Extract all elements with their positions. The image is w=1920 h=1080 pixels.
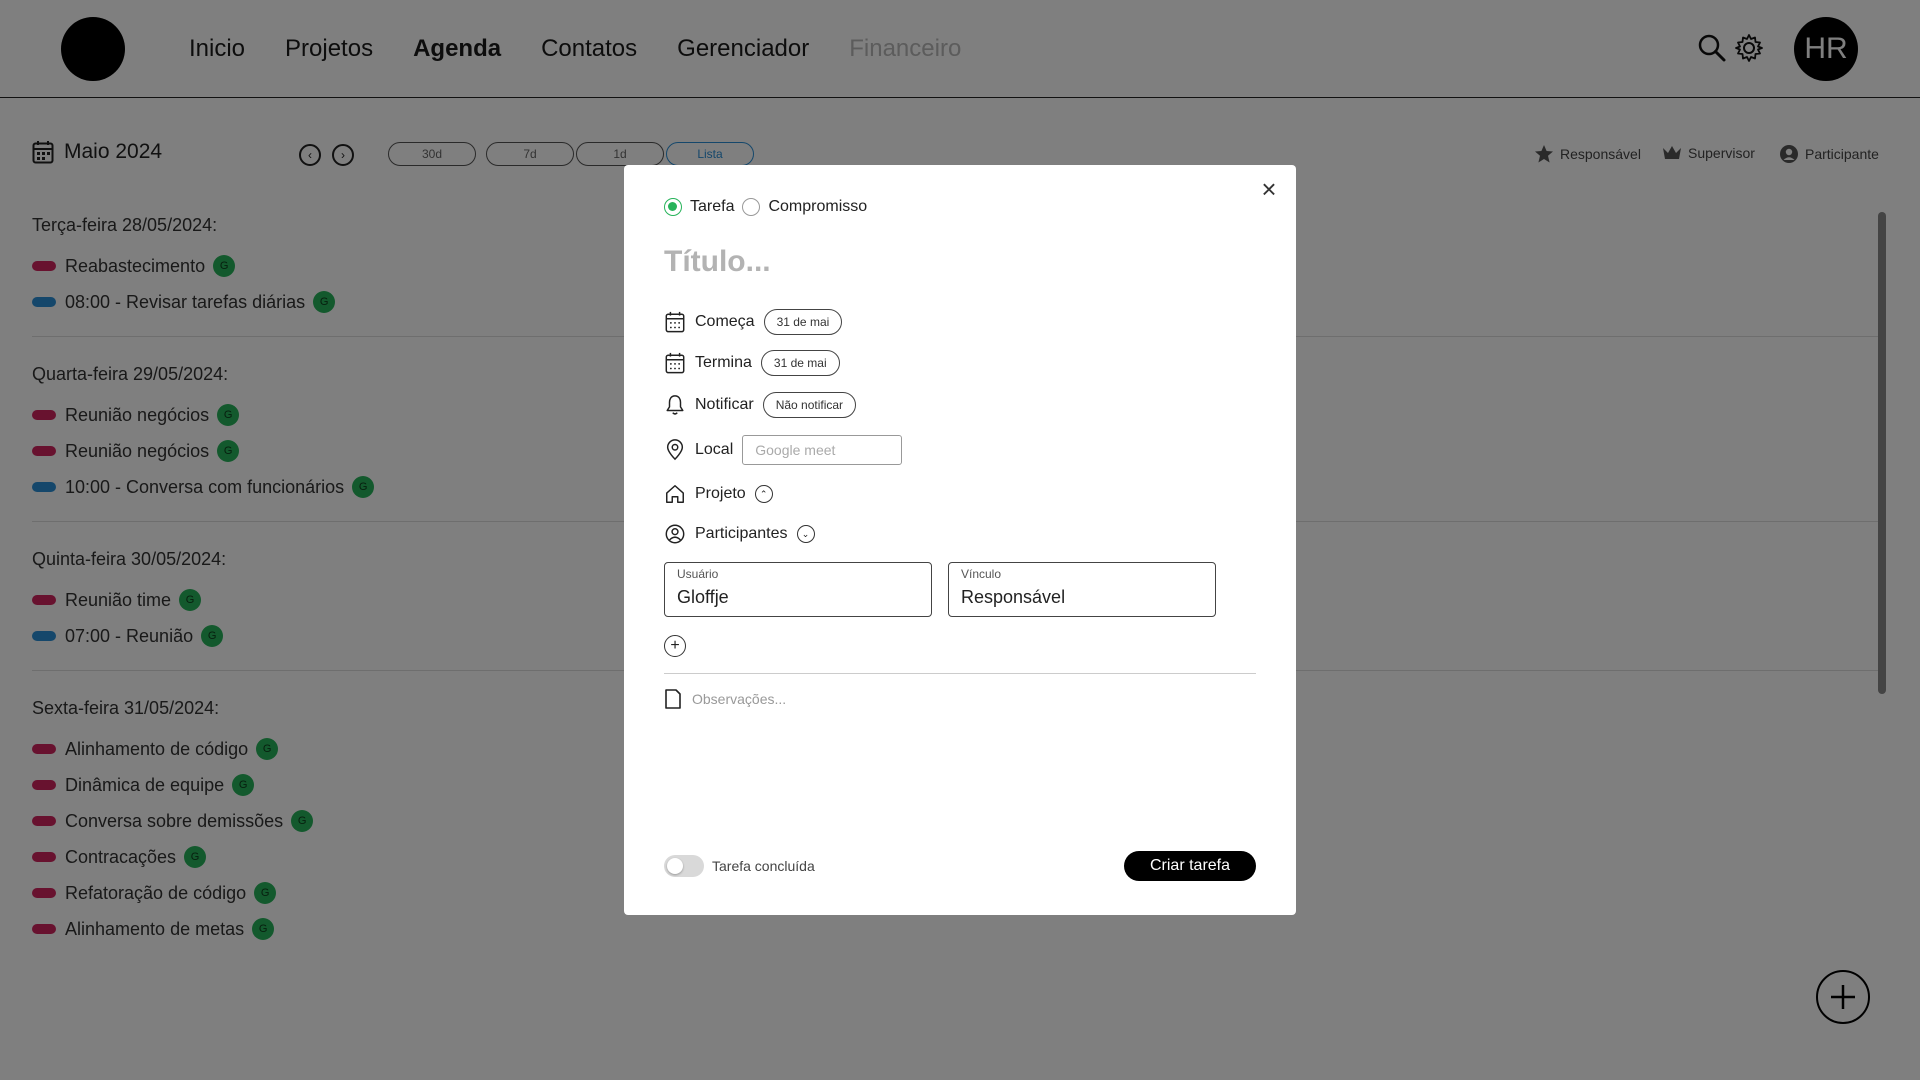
participants-label: Participantes [695,525,788,542]
create-task-button[interactable]: Criar tarefa [1124,851,1256,881]
radio-label-tarefa: Tarefa [690,198,735,215]
done-toggle-row: Tarefa concluída [664,855,815,877]
chevron-up-icon[interactable]: ⌃ [754,485,773,503]
plus-icon: + [670,637,680,654]
map-pin-icon [666,439,684,461]
bell-icon [666,395,684,415]
add-participant-button[interactable]: + [664,635,686,657]
title-input[interactable]: Título... [664,245,771,279]
ends-row: Termina 31 de mai [664,350,840,376]
chevron-down-icon[interactable]: ⌄ [796,525,815,543]
link-field[interactable]: Vínculo Responsável [948,562,1216,617]
divider [664,673,1256,674]
project-row: Projeto ⌃ [664,483,773,505]
starts-date-chip[interactable]: 31 de mai [763,309,843,335]
participants-row: Participantes ⌄ [664,523,815,545]
project-label: Projeto [695,485,746,502]
user-field-label: Usuário [677,567,719,581]
notes-input[interactable]: Observações... [692,691,786,707]
user-field[interactable]: Usuário Gloffje [664,562,932,617]
create-task-modal: × Tarefa Compromisso Título... Começa 31… [624,165,1296,915]
radio-tarefa[interactable] [664,198,682,216]
user-field-value: Gloffje [677,587,729,607]
local-input[interactable]: Google meet [742,435,903,465]
calendar-icon [665,311,685,333]
local-label: Local [695,441,734,458]
link-field-label: Vínculo [961,567,1002,581]
notify-label: Notificar [695,396,754,413]
radio-compromisso[interactable] [742,198,761,216]
done-label: Tarefa concluída [712,858,815,874]
starts-row: Começa 31 de mai [664,309,843,335]
type-selector: Tarefa Compromisso [664,198,867,216]
starts-label: Começa [695,313,755,330]
home-icon [666,485,684,503]
document-icon [665,689,681,709]
calendar-icon [665,352,685,374]
close-icon[interactable]: × [1258,176,1280,202]
radio-label-compromisso: Compromisso [768,198,868,215]
notes-row[interactable]: Observações... [664,689,786,709]
ends-date-chip[interactable]: 31 de mai [760,350,840,376]
notify-chip[interactable]: Não notificar [762,392,857,418]
link-field-value: Responsável [961,587,1066,607]
agenda-page: Inicio Projetos Agenda Contatos Gerencia… [0,0,1920,1080]
local-row: Local Google meet [664,435,903,465]
user-circle-icon [665,524,685,544]
notify-row: Notificar Não notificar [664,392,857,418]
ends-label: Termina [695,354,752,371]
done-toggle[interactable] [664,855,704,877]
